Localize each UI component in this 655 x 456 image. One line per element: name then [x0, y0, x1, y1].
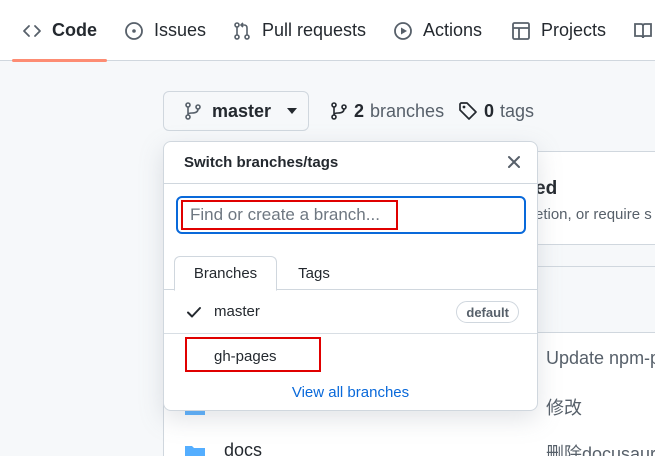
default-badge: default	[456, 301, 519, 323]
tags-count: 0	[484, 100, 495, 121]
branches-count: 2	[354, 100, 365, 121]
branch-switcher-dropdown: Switch branches/tags Branches Tags maste…	[163, 141, 538, 411]
dropdown-tabs: Branches Tags	[164, 256, 537, 291]
close-icon[interactable]	[505, 153, 523, 171]
branch-name: master	[214, 303, 260, 320]
tab-tags[interactable]: Tags	[281, 256, 347, 291]
current-branch-label: master	[212, 100, 272, 121]
info-banner: ed etion, or require s	[520, 151, 655, 245]
branch-item-master[interactable]: master default	[164, 290, 537, 334]
folder-icon	[185, 446, 205, 456]
tab-actions-label: Actions	[423, 20, 483, 40]
repo-nav: Code Issues Pull requests Actions Projec…	[0, 0, 655, 62]
tag-icon	[459, 102, 477, 120]
commit-message[interactable]: 修改	[546, 394, 582, 420]
git-pull-request-icon	[234, 21, 250, 40]
info-banner-title: ed	[535, 178, 558, 199]
play-icon	[394, 21, 412, 40]
tab-pull-requests[interactable]: Pull requests	[232, 0, 366, 61]
tab-code-label: Code	[52, 20, 97, 40]
branches-label: branches	[370, 100, 445, 121]
info-banner-text: etion, or require s	[535, 206, 652, 223]
tags-label: tags	[500, 100, 535, 121]
branch-item-gh-pages[interactable]: gh-pages	[164, 334, 537, 378]
tab-pull-requests-label: Pull requests	[262, 20, 367, 40]
tab-projects-label: Projects	[541, 20, 607, 40]
dropdown-title: Switch branches/tags	[184, 154, 339, 171]
branch-select-button[interactable]: master	[163, 91, 309, 131]
issue-opened-icon	[125, 21, 143, 40]
branch-name: gh-pages	[214, 347, 277, 365]
git-branch-icon	[185, 102, 201, 120]
table-icon	[512, 21, 530, 40]
view-all-branches-link[interactable]: View all branches	[292, 384, 409, 401]
commit-message[interactable]: Update npm-p	[546, 348, 655, 369]
tab-actions[interactable]: Actions	[393, 0, 482, 61]
dropdown-footer: View all branches	[164, 378, 537, 406]
tab-branches[interactable]: Branches	[174, 256, 277, 291]
tab-code[interactable]: Code	[12, 0, 107, 62]
code-icon	[23, 24, 41, 37]
tab-issues-label: Issues	[154, 20, 207, 40]
git-branch-icon	[331, 102, 347, 120]
tags-link[interactable]: 0 tags	[458, 98, 534, 124]
dropdown-header: Switch branches/tags	[164, 142, 537, 184]
file-name-link[interactable]: docs	[224, 440, 262, 456]
chevron-down-icon	[287, 108, 298, 114]
commit-message[interactable]: 删除docusauru	[546, 440, 655, 456]
book-icon	[634, 22, 652, 38]
tab-projects[interactable]: Projects	[511, 0, 606, 61]
branches-link[interactable]: 2 branches	[330, 98, 444, 124]
tab-issues[interactable]: Issues	[124, 0, 206, 61]
check-icon	[187, 307, 201, 318]
branch-filter-input[interactable]	[176, 196, 526, 234]
tab-wiki[interactable]	[633, 0, 653, 61]
